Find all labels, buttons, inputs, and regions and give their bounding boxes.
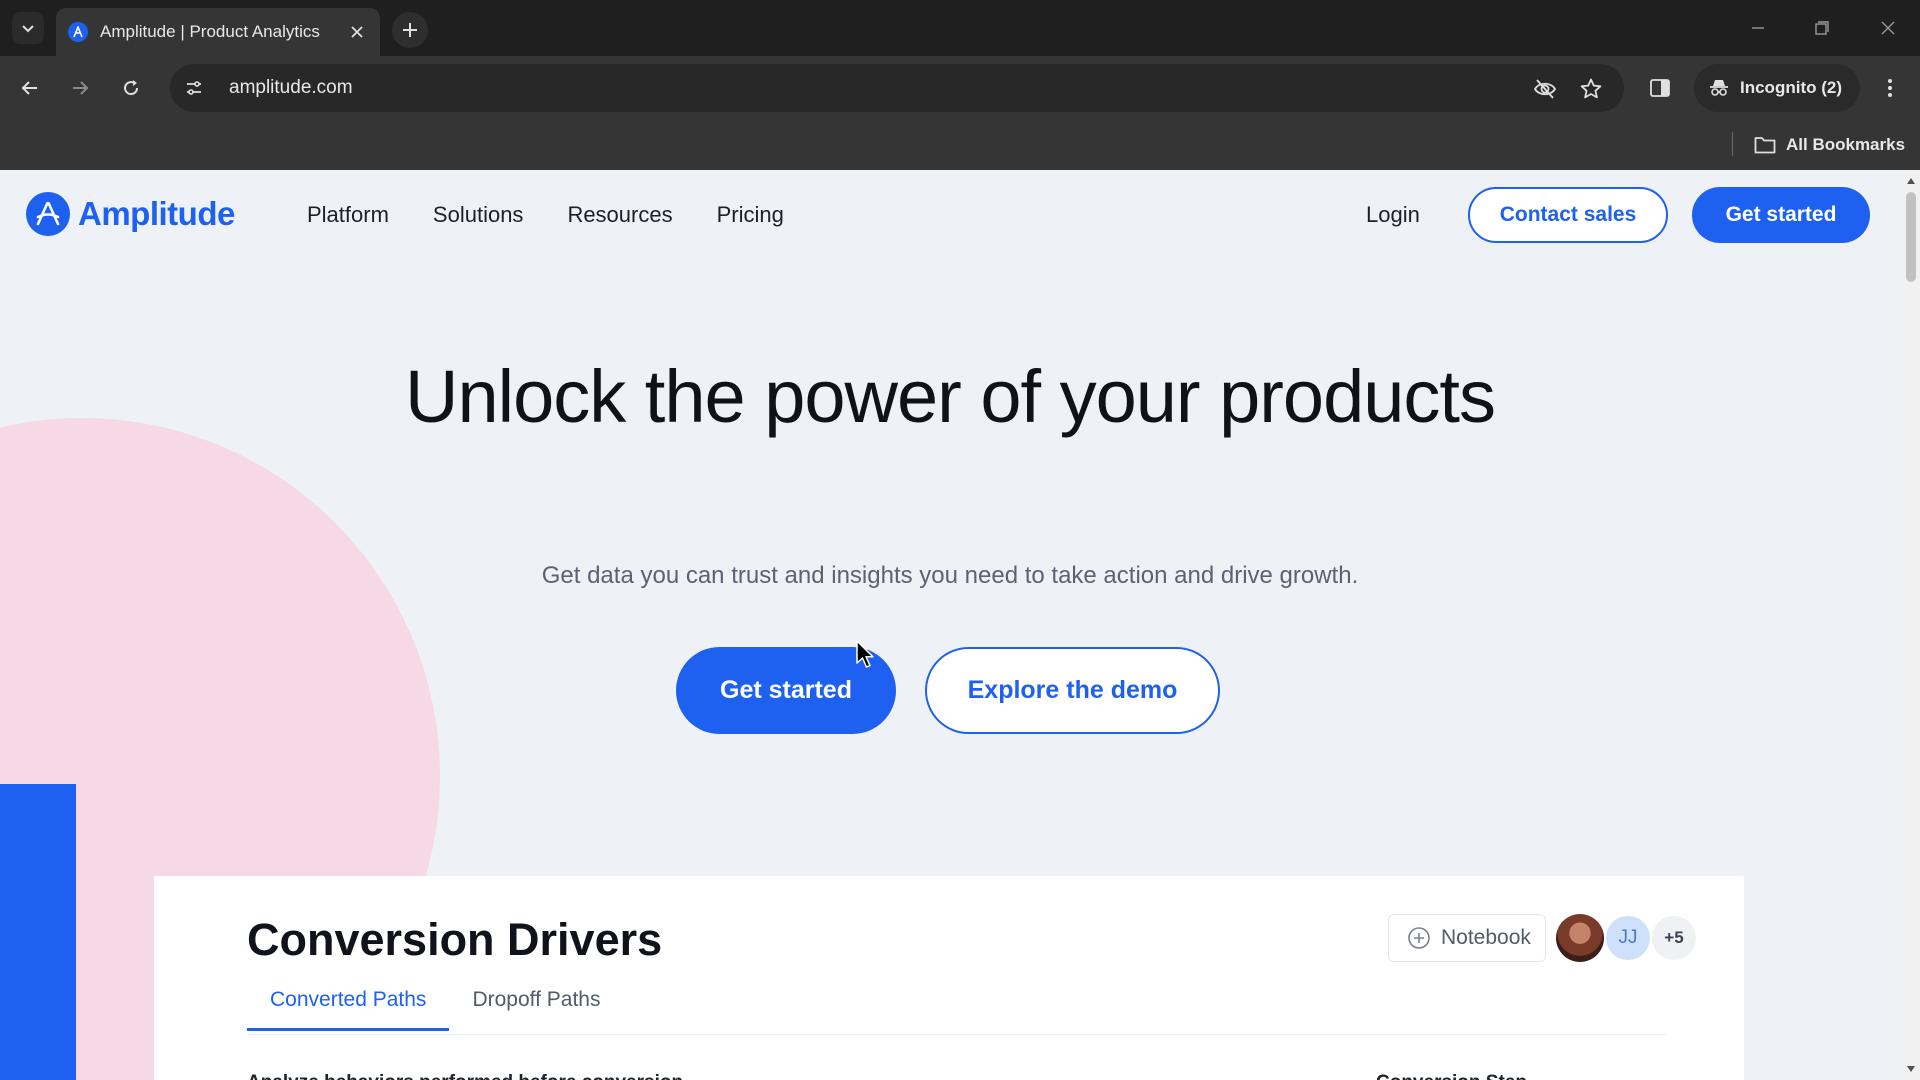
reload-icon[interactable] [115,72,147,104]
incognito-label: Incognito (2) [1740,78,1842,97]
tab-title: Amplitude | Product Analytics [100,22,320,41]
plus-icon [403,23,417,37]
chevron-down-icon [22,25,34,33]
bookmarks-bar: All Bookmarks [0,120,1920,170]
address-bar[interactable]: amplitude.com [170,64,1624,112]
tab-dropoff-paths[interactable]: Dropoff Paths [449,988,623,1031]
all-bookmarks-button[interactable]: All Bookmarks [1754,130,1905,160]
tab-search-button[interactable] [12,12,44,44]
nav-resources[interactable]: Resources [567,202,672,228]
primary-nav: Platform Solutions Resources Pricing [307,202,828,228]
conversion-step-label: Conversion Step [1376,1072,1527,1080]
amplitude-logo-icon [26,192,70,236]
close-window-icon[interactable] [1874,14,1902,42]
new-tab-button[interactable] [392,12,428,48]
browser-tabstrip: Amplitude | Product Analytics [0,0,1920,56]
tab-converted-paths[interactable]: Converted Paths [247,988,450,1031]
plus-circle-icon [1408,927,1430,949]
scroll-thumb[interactable] [1906,192,1916,282]
mouse-cursor-icon [856,640,874,668]
browser-toolbar: amplitude.com Incognito (2) [0,56,1920,120]
amplitude-favicon-icon [68,22,88,42]
bookmarks-divider [1732,132,1733,156]
hero-title: Unlock the power of your products [405,355,1496,438]
folder-icon [1754,137,1776,154]
url-text: amplitude.com [229,77,353,98]
browser-menu-icon[interactable] [1874,72,1906,104]
site-info-icon[interactable] [174,68,214,108]
page-scrollbar[interactable] [1902,170,1920,1080]
eye-off-icon[interactable] [1532,76,1558,102]
login-link[interactable]: Login [1366,202,1420,228]
all-bookmarks-label: All Bookmarks [1786,135,1906,154]
back-arrow-icon[interactable] [14,72,46,104]
nav-platform[interactable]: Platform [307,202,389,228]
conversion-drivers-panel: Conversion Drivers Notebook JJ +5 Conver… [154,876,1744,1080]
panel-divider [247,1034,1667,1035]
nav-solutions[interactable]: Solutions [433,202,524,228]
restore-window-icon[interactable] [1808,14,1836,42]
minimize-window-icon[interactable] [1744,14,1772,42]
notebook-button[interactable]: Notebook [1388,914,1546,962]
logo-wordmark: Amplitude [78,195,235,232]
panel-caption: Analyze behaviors performed before conve… [247,1072,683,1080]
scroll-up-arrow-icon[interactable] [1907,178,1915,184]
browser-tab-active[interactable]: Amplitude | Product Analytics [56,8,380,56]
decorative-blue-block [0,784,76,1080]
header-get-started-button[interactable]: Get started [1692,187,1870,243]
panel-title: Conversion Drivers [247,914,663,965]
scroll-down-arrow-icon[interactable] [1907,1066,1915,1072]
incognito-indicator[interactable]: Incognito (2) [1694,64,1860,112]
more-users-badge[interactable]: +5 [1652,916,1696,960]
page-viewport: Amplitude Platform Solutions Resources P… [0,170,1920,1080]
hero-subtitle: Get data you can trust and insights you … [541,562,1359,589]
star-bookmark-icon[interactable] [1578,76,1604,102]
notebook-label: Notebook [1441,926,1531,949]
forward-arrow-icon[interactable] [64,72,96,104]
user-avatar-photo[interactable] [1556,914,1604,962]
contact-sales-button[interactable]: Contact sales [1468,187,1668,243]
user-avatar-initials[interactable]: JJ [1606,916,1650,960]
panel-tabs: Converted Paths Dropoff Paths [247,988,623,1031]
close-tab-icon[interactable] [346,21,368,43]
nav-pricing[interactable]: Pricing [717,202,784,228]
side-panel-icon[interactable] [1644,72,1676,104]
amplitude-logo[interactable]: Amplitude [26,192,235,236]
explore-demo-button[interactable]: Explore the demo [925,647,1220,734]
incognito-icon [1710,80,1728,96]
